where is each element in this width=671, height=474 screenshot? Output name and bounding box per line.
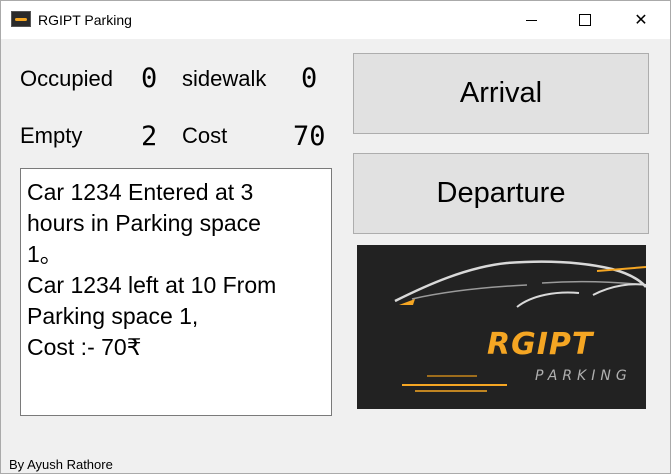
logo-subtitle: PARKING bbox=[535, 368, 632, 384]
close-button[interactable]: ✕ bbox=[618, 1, 664, 39]
minimize-button[interactable] bbox=[508, 1, 554, 39]
app-window: RGIPT Parking ✕ Occupied 0 sidewalk 0 Em… bbox=[0, 0, 671, 474]
sidewalk-value: 0 bbox=[301, 63, 318, 94]
log-line: Cost :- 70₹ bbox=[27, 334, 142, 360]
window-title: RGIPT Parking bbox=[38, 12, 132, 28]
cost-label: Cost bbox=[182, 123, 228, 148]
empty-value: 2 bbox=[141, 121, 158, 152]
empty-label: Empty bbox=[20, 123, 83, 148]
arrival-button[interactable]: Arrival bbox=[353, 53, 649, 134]
log-line: 1。 bbox=[27, 241, 63, 267]
log-line: Parking space 1, bbox=[27, 303, 199, 329]
minimize-icon bbox=[525, 19, 537, 21]
occupied-label: Occupied bbox=[20, 66, 113, 91]
log-line: Car 1234 Entered at 3 bbox=[27, 179, 254, 205]
maximize-icon bbox=[579, 14, 591, 26]
log-line: hours in Parking space bbox=[27, 210, 261, 236]
cost-value: 70 bbox=[293, 121, 326, 152]
app-car-icon bbox=[11, 11, 31, 27]
logo-title: RGIPT bbox=[487, 327, 594, 362]
log-line: Car 1234 left at 10 From bbox=[27, 272, 277, 298]
close-icon: ✕ bbox=[634, 12, 648, 29]
departure-button[interactable]: Departure bbox=[353, 153, 649, 234]
sidewalk-label: sidewalk bbox=[182, 66, 267, 91]
rgipt-parking-logo: RGIPT PARKING bbox=[357, 245, 646, 409]
occupied-value: 0 bbox=[141, 63, 158, 94]
footer-credit: By Ayush Rathore bbox=[9, 457, 113, 472]
activity-log[interactable]: Car 1234 Entered at 3 hours in Parking s… bbox=[20, 168, 332, 416]
title-bar[interactable]: RGIPT Parking ✕ bbox=[1, 1, 670, 39]
maximize-button[interactable] bbox=[562, 1, 608, 39]
